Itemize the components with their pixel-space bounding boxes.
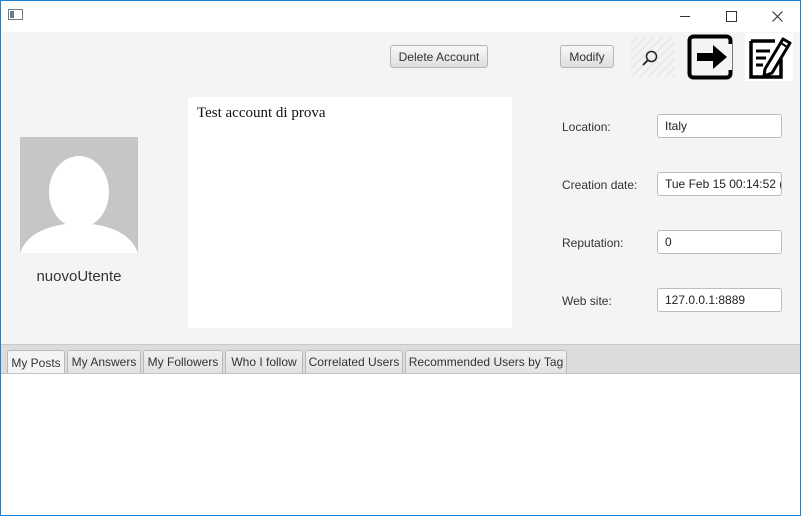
app-icon bbox=[8, 9, 23, 20]
tab-who-i-follow[interactable]: Who I follow bbox=[225, 350, 303, 373]
minimize-button[interactable] bbox=[662, 1, 708, 32]
edit-profile-icon[interactable] bbox=[745, 33, 793, 81]
tab-my-followers[interactable]: My Followers bbox=[143, 350, 223, 373]
reputation-field[interactable]: 0 bbox=[657, 230, 782, 254]
reputation-label: Reputation: bbox=[562, 236, 624, 250]
creation-date-field[interactable]: Tue Feb 15 00:14:52 ( bbox=[657, 172, 782, 196]
modify-button[interactable]: Modify bbox=[560, 45, 614, 68]
tab-correlated-users[interactable]: Correlated Users bbox=[305, 350, 403, 373]
website-label: Web site: bbox=[562, 294, 612, 308]
username-label: nuovoUtente bbox=[36, 268, 122, 285]
profile-page: Delete Account Modify nuovoUtente Test a… bbox=[1, 32, 800, 515]
tab-bar: My Posts My Answers My Followers Who I f… bbox=[1, 344, 800, 374]
app-window: Delete Account Modify nuovoUtente Test a… bbox=[0, 0, 801, 516]
avatar bbox=[20, 137, 138, 253]
maximize-icon bbox=[725, 11, 737, 22]
search-icon bbox=[642, 50, 658, 66]
minimize-icon bbox=[680, 16, 690, 17]
tab-my-answers[interactable]: My Answers bbox=[67, 350, 141, 373]
search-button[interactable] bbox=[631, 37, 675, 77]
website-field[interactable]: 127.0.0.1:8889 bbox=[657, 288, 782, 312]
close-button[interactable] bbox=[754, 1, 800, 32]
title-bar[interactable] bbox=[1, 1, 800, 32]
maximize-button[interactable] bbox=[708, 1, 754, 32]
creation-date-label: Creation date: bbox=[562, 178, 638, 192]
location-field[interactable]: Italy bbox=[657, 114, 782, 138]
tab-content-panel bbox=[1, 373, 800, 515]
bio-text-area[interactable]: Test account di prova bbox=[188, 97, 512, 328]
default-avatar-icon bbox=[20, 156, 138, 253]
tab-recommended-users-by-tag[interactable]: Recommended Users by Tag bbox=[405, 350, 567, 373]
logout-icon[interactable] bbox=[687, 34, 733, 80]
tab-my-posts[interactable]: My Posts bbox=[7, 350, 65, 374]
delete-account-button[interactable]: Delete Account bbox=[390, 45, 488, 68]
close-icon bbox=[771, 11, 783, 22]
location-label: Location: bbox=[562, 120, 611, 134]
